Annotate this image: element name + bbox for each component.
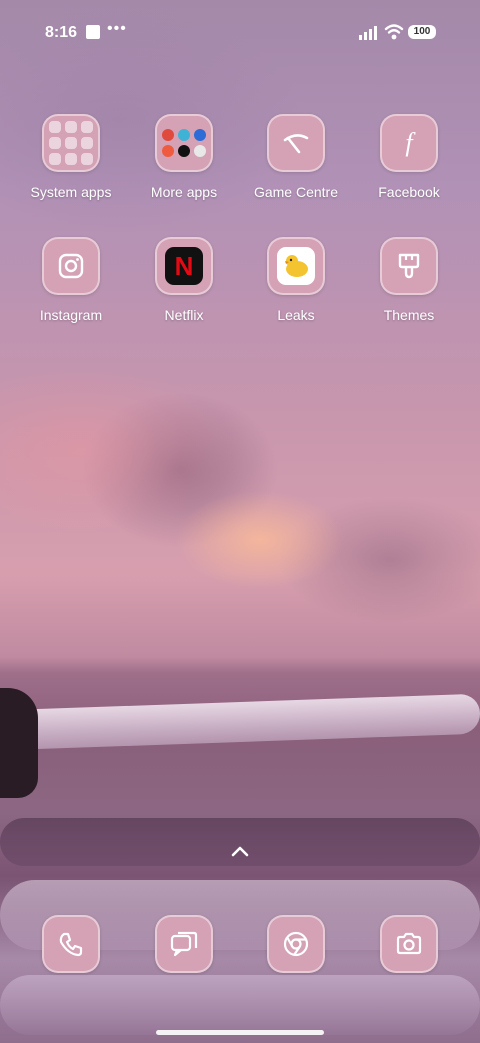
wave-shore [0,975,480,1035]
messages-icon [155,915,213,973]
phone-icon [42,915,100,973]
chevron-up-icon[interactable] [228,840,252,864]
app-facebook[interactable]: f Facebook [353,114,465,200]
dock-messages[interactable] [128,915,240,973]
folder-icon [155,114,213,172]
camera-icon [380,915,438,973]
home-indicator[interactable] [156,1030,324,1035]
signal-icon [359,26,377,40]
leaks-icon [267,237,325,295]
status-bar: 8:16 ••• 100 [0,18,480,48]
dock-chrome[interactable] [240,915,352,973]
facebook-icon: f [380,114,438,172]
app-label: Themes [383,307,435,323]
app-themes[interactable]: Themes [353,237,465,323]
battery-indicator: 100 [408,25,436,39]
chrome-icon [267,915,325,973]
app-label: Instagram [39,307,103,323]
app-label: Facebook [378,184,440,200]
app-label: Netflix [164,307,204,323]
netflix-icon: N [155,237,213,295]
app-netflix[interactable]: N Netflix [128,237,240,323]
folder-icon [42,114,100,172]
app-more-apps[interactable]: More apps [128,114,240,200]
game-centre-icon [267,114,325,172]
instagram-icon [42,237,100,295]
notification-icon [86,25,100,39]
app-label: Leaks [277,307,315,323]
dock-camera[interactable] [353,915,465,973]
app-label: System apps [30,184,112,200]
more-notifications-icon: ••• [107,20,127,37]
rock [0,688,38,798]
clock: 8:16 [45,24,78,41]
app-label: Game Centre [253,184,339,200]
app-instagram[interactable]: Instagram [15,237,127,323]
app-label: More apps [150,184,218,200]
app-system-apps[interactable]: System apps [15,114,127,200]
dock-phone[interactable] [15,915,127,973]
brush-icon [380,237,438,295]
wave-foam [0,693,480,751]
app-game-centre[interactable]: Game Centre [240,114,352,200]
app-leaks[interactable]: Leaks [240,237,352,323]
wifi-icon [384,24,404,40]
